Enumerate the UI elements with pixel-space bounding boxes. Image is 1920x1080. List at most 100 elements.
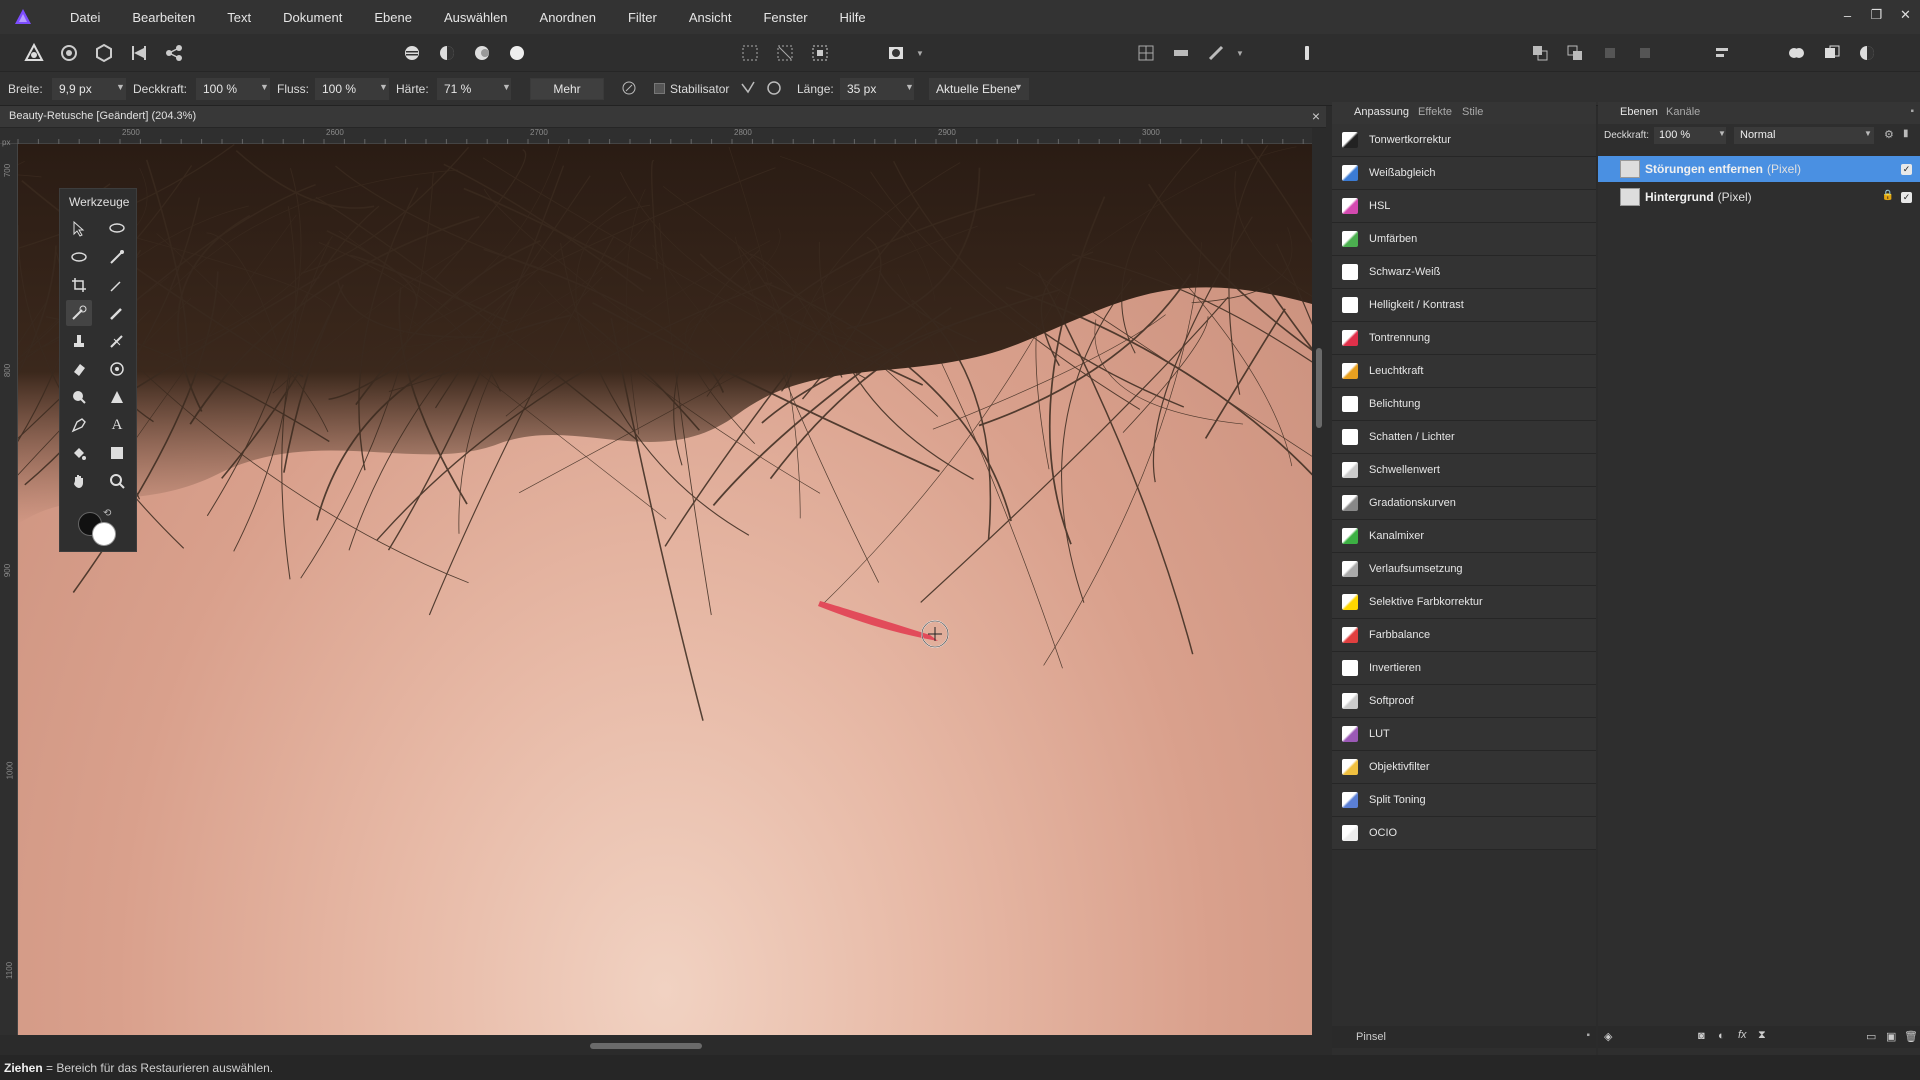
auto-levels-icon[interactable] [400,41,424,65]
close-document-icon[interactable]: × [1312,108,1320,124]
more-button[interactable]: Mehr [530,78,604,100]
lock-icon[interactable]: ▮ [1903,128,1909,139]
zoom-tool-icon[interactable] [104,468,130,494]
adjustment-item[interactable]: LUT [1332,718,1596,751]
eyedropper-icon[interactable] [104,272,130,298]
menu-datei[interactable]: Datei [54,10,116,25]
menu-filter[interactable]: Filter [612,10,673,25]
chevron-down-icon[interactable]: ▼ [1014,82,1023,92]
flood-fill-icon[interactable] [66,440,92,466]
adjustment-item[interactable]: Verlaufsumsetzung [1332,553,1596,586]
boolean-intersect-icon[interactable] [1855,41,1879,65]
boolean-add-icon[interactable] [1784,41,1808,65]
adjustment-item[interactable]: Helligkeit / Kontrast [1332,289,1596,322]
layer-row-stoerungen[interactable]: Störungen entfernen (Pixel) ✓ [1598,156,1920,182]
selection-brush-icon[interactable] [104,216,130,242]
menu-fenster[interactable]: Fenster [747,10,823,25]
document-tab[interactable]: Beauty-Retusche [Geändert] (204.3%) × [0,106,1326,128]
layers-stack-icon[interactable]: ◈ [1604,1030,1612,1043]
mixer-brush-icon[interactable] [104,328,130,354]
adjustment-item[interactable]: Objektivfilter [1332,751,1596,784]
menu-dokument[interactable]: Dokument [267,10,358,25]
dodge-burn-icon[interactable] [104,356,130,382]
stabilizer-checkbox[interactable] [654,83,665,94]
crop-tool-icon[interactable] [66,272,92,298]
new-layer-icon[interactable]: ▣ [1886,1030,1896,1043]
adjustment-item[interactable]: Selektive Farbkorrektur [1332,586,1596,619]
vertical-scroll-thumb[interactable] [1316,348,1322,428]
arrange-backward-icon[interactable] [1563,41,1587,65]
tab-adjustments[interactable]: Anpassung [1354,106,1409,118]
hand-tool-icon[interactable] [66,468,92,494]
vertical-scrollbar[interactable] [1312,128,1326,1035]
pressure-icon[interactable] [621,80,637,99]
chevron-down-icon[interactable]: ▼ [116,82,125,92]
restore-button[interactable]: ❐ [1862,0,1891,30]
adjustment-item[interactable]: Leuchtkraft [1332,355,1596,388]
swap-colors-icon[interactable]: ⟲ [103,508,111,519]
blur-brush-icon[interactable] [66,384,92,410]
info-icon[interactable] [1295,41,1319,65]
adjustment-item[interactable]: OCIO [1332,817,1596,850]
paint-brush-icon[interactable] [104,300,130,326]
snapping-grid-icon[interactable] [1134,41,1158,65]
tab-styles[interactable]: Stile [1462,106,1483,118]
adjustment-item[interactable]: Schwarz-Weiß [1332,256,1596,289]
adjustment-item[interactable]: Invertieren [1332,652,1596,685]
chevron-down-icon[interactable]: ▼ [379,82,388,92]
quick-mask-icon[interactable] [884,41,908,65]
adjustment-item[interactable]: Softproof [1332,685,1596,718]
tone-mapping-persona-icon[interactable] [127,41,151,65]
chevron-down-icon[interactable]: ▼ [1228,41,1252,65]
window-mode-icon[interactable] [766,80,782,99]
chevron-down-icon[interactable]: ▼ [905,82,914,92]
menu-auswählen[interactable]: Auswählen [428,10,524,25]
invert-selection-icon[interactable] [808,41,832,65]
tab-channels[interactable]: Kanäle [1666,106,1700,118]
color-picker-icon[interactable] [104,244,130,270]
chevron-down-icon[interactable]: ▼ [908,41,932,65]
pen-tool-icon[interactable] [66,412,92,438]
folder-icon[interactable]: ▭ [1866,1030,1876,1043]
chevron-down-icon[interactable]: ▼ [502,82,511,92]
chevron-down-icon[interactable]: ▼ [1864,129,1872,138]
auto-white-balance-icon[interactable] [505,41,529,65]
lasso-tool-icon[interactable] [66,244,92,270]
adjustment-item[interactable]: Schwellenwert [1332,454,1596,487]
adjustment-layer-icon[interactable]: ◐ [1718,1030,1725,1042]
brushes-panel-header[interactable]: Pinsel ▪ [1332,1026,1596,1048]
panel-menu-icon[interactable]: ▪ [1910,106,1914,117]
snapping-icon[interactable] [1169,41,1193,65]
deselect-icon[interactable] [773,41,797,65]
eraser-icon[interactable] [66,356,92,382]
select-all-icon[interactable] [738,41,762,65]
adjustment-item[interactable]: Tonwertkorrektur [1332,124,1596,157]
panel-menu-icon[interactable]: ▪ [1586,1030,1590,1041]
text-tool-icon[interactable]: A [104,412,130,438]
mask-layer-icon[interactable]: ◙ [1698,1030,1705,1042]
adjustment-item[interactable]: Belichtung [1332,388,1596,421]
close-window-button[interactable]: ✕ [1891,0,1920,30]
inpainting-brush-icon[interactable] [66,300,92,326]
clone-stamp-icon[interactable] [66,328,92,354]
flow-field[interactable]: 100 % [315,78,389,100]
opacity-field[interactable]: 100 % [196,78,270,100]
assistant-icon[interactable] [1204,41,1228,65]
adjustment-item[interactable]: Kanalmixer [1332,520,1596,553]
adjustment-item[interactable]: Umfärben [1332,223,1596,256]
chevron-down-icon[interactable]: ▼ [1718,129,1726,138]
auto-contrast-icon[interactable] [435,41,459,65]
length-field[interactable]: 35 px [840,78,914,100]
adjustment-item[interactable]: Tontrennung [1332,322,1596,355]
chevron-down-icon[interactable]: ▼ [260,82,269,92]
adjustment-item[interactable]: Farbbalance [1332,619,1596,652]
adjustment-item[interactable]: Split Toning [1332,784,1596,817]
secondary-color-swatch[interactable] [92,522,116,546]
sharpen-brush-icon[interactable] [104,384,130,410]
menu-bearbeiten[interactable]: Bearbeiten [116,10,211,25]
affinity-photo-logo-icon[interactable] [12,6,34,28]
boolean-subtract-icon[interactable] [1820,41,1844,65]
rectangle-tool-icon[interactable] [104,440,130,466]
menu-ansicht[interactable]: Ansicht [673,10,748,25]
minimize-button[interactable]: – [1833,0,1862,30]
